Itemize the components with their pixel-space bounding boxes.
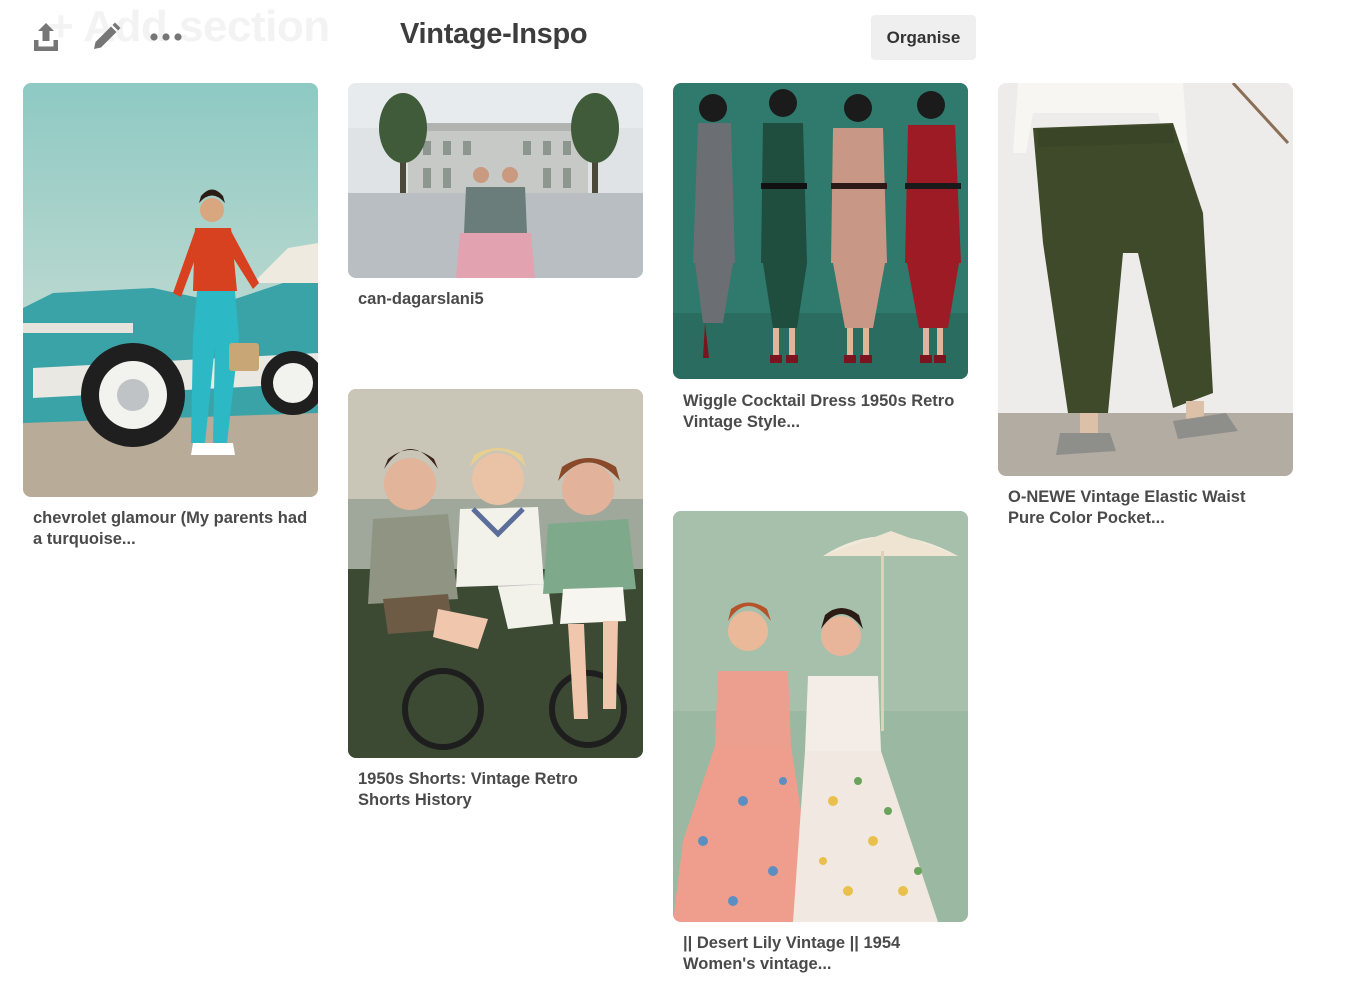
pin-card[interactable]: chevrolet glamour (My parents had a turq…: [23, 83, 318, 550]
pin-image[interactable]: [23, 83, 318, 497]
pin-card[interactable]: 1950s Shorts: Vintage Retro Shorts Histo…: [348, 389, 643, 811]
pin-image[interactable]: [998, 83, 1293, 476]
pin-image[interactable]: [348, 389, 643, 758]
share-upload-icon: [31, 21, 61, 53]
pin-card[interactable]: can-dagarslani5: [348, 83, 643, 310]
pin-card[interactable]: O-NEWE Vintage Elastic Waist Pure Color …: [998, 83, 1293, 529]
pin-image[interactable]: [673, 83, 968, 379]
board-toolbar: + Add section Vintage-Inspo Organise: [0, 0, 1353, 75]
pin-caption[interactable]: Wiggle Cocktail Dress 1950s Retro Vintag…: [673, 391, 968, 433]
pin-caption[interactable]: chevrolet glamour (My parents had a turq…: [23, 508, 318, 550]
pin-image[interactable]: [348, 83, 643, 278]
organise-button[interactable]: Organise: [871, 15, 976, 60]
pin-caption[interactable]: || Desert Lily Vintage || 1954 Women's v…: [673, 933, 968, 975]
pin-card[interactable]: || Desert Lily Vintage || 1954 Women's v…: [673, 511, 968, 975]
pencil-icon: [90, 21, 122, 53]
pin-caption[interactable]: 1950s Shorts: Vintage Retro Shorts Histo…: [348, 769, 643, 811]
more-dots-icon: [149, 32, 183, 42]
board-title: Vintage-Inspo: [400, 18, 588, 50]
share-button[interactable]: [26, 17, 66, 57]
pin-card[interactable]: Wiggle Cocktail Dress 1950s Retro Vintag…: [673, 83, 968, 433]
pin-caption[interactable]: O-NEWE Vintage Elastic Waist Pure Color …: [998, 487, 1293, 529]
edit-board-button[interactable]: [86, 17, 126, 57]
more-options-button[interactable]: [146, 17, 186, 57]
pin-caption[interactable]: can-dagarslani5: [348, 289, 643, 310]
pin-image[interactable]: [673, 511, 968, 922]
